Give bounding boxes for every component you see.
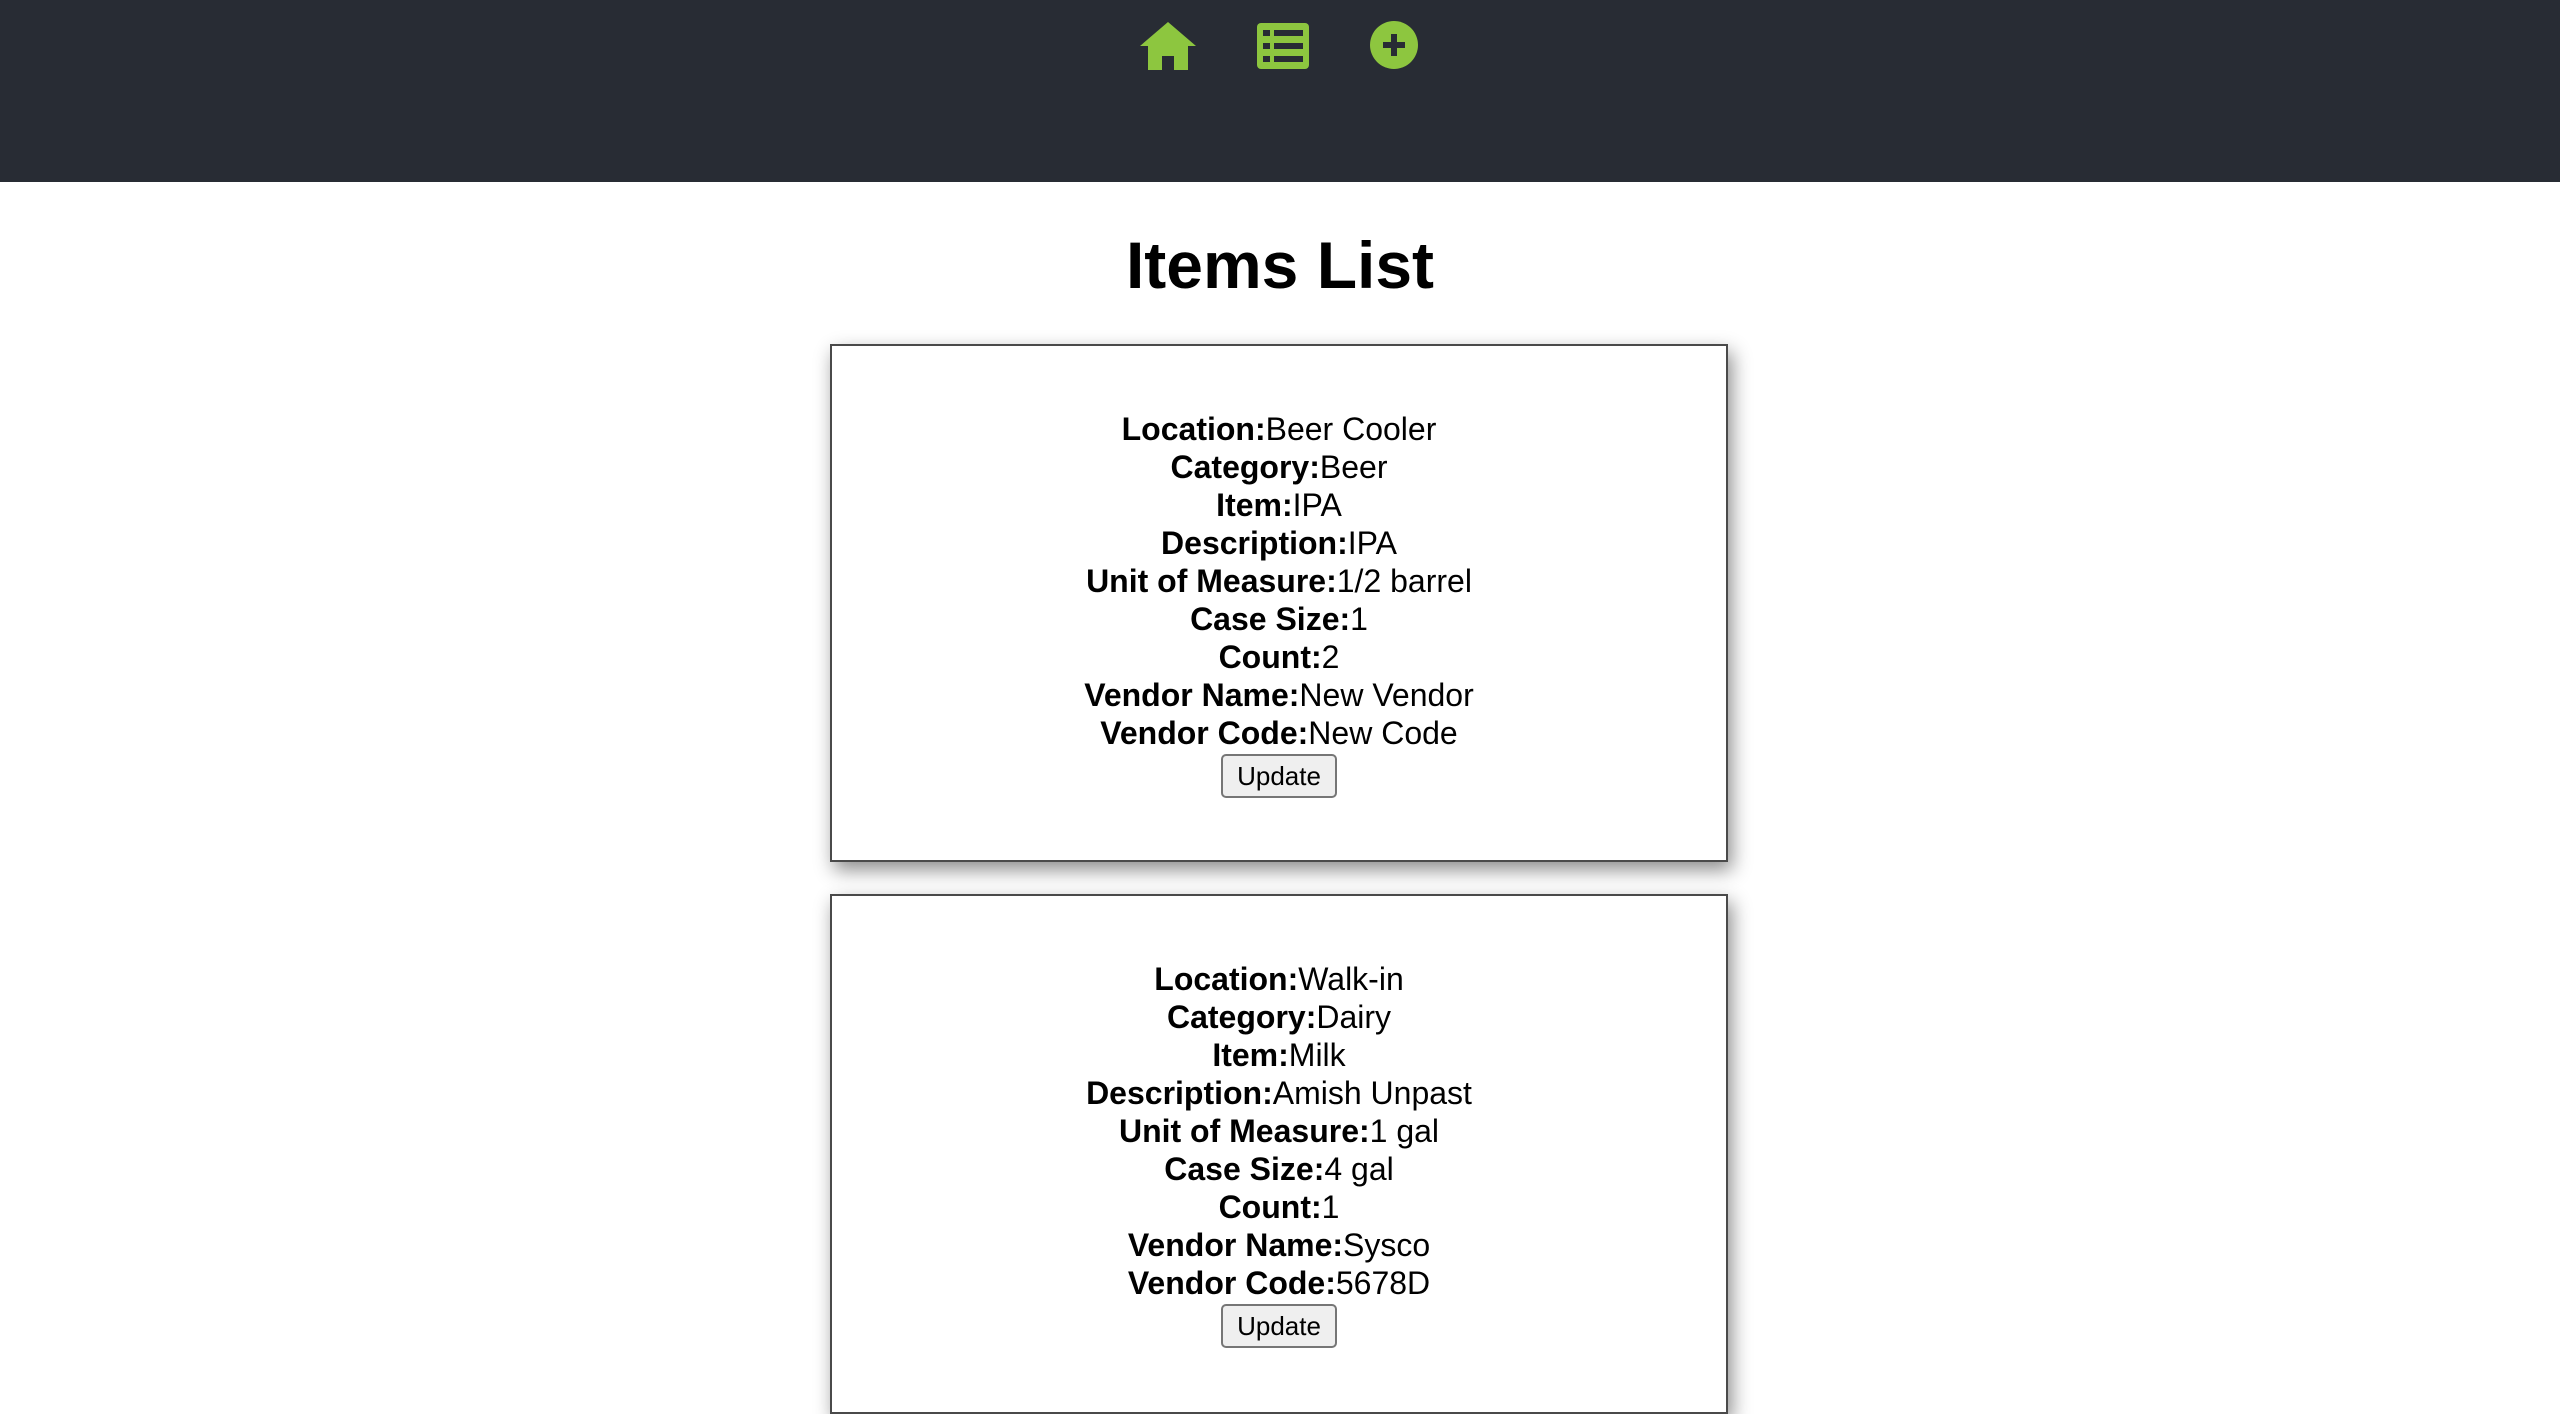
- count-label: Count:: [1218, 639, 1322, 675]
- case-size-label: Case Size:: [1190, 601, 1351, 637]
- item-field: Item:IPA: [832, 486, 1726, 524]
- vendor-code-field: Vendor Code:New Code: [832, 714, 1726, 752]
- description-field: Description:IPA: [832, 524, 1726, 562]
- description-value: Amish Unpast: [1272, 1075, 1472, 1111]
- location-label: Location:: [1121, 411, 1266, 447]
- location-field: Location:Beer Cooler: [832, 410, 1726, 448]
- item-value: Milk: [1288, 1037, 1346, 1073]
- description-value: IPA: [1347, 525, 1397, 561]
- nav-home-link[interactable]: [1136, 18, 1200, 74]
- nav-list-link[interactable]: [1251, 18, 1315, 74]
- category-label: Category:: [1166, 999, 1317, 1035]
- nav-add-link[interactable]: [1362, 18, 1426, 74]
- description-label: Description:: [1161, 525, 1348, 561]
- uom-field: Unit of Measure:1/2 barrel: [832, 562, 1726, 600]
- case-size-value: 4 gal: [1324, 1151, 1394, 1187]
- item-label: Item:: [1212, 1037, 1289, 1073]
- uom-field: Unit of Measure:1 gal: [832, 1112, 1726, 1150]
- item-card: Location:Walk-in Category:Dairy Item:Mil…: [830, 894, 1728, 1414]
- category-value: Beer: [1319, 449, 1388, 485]
- nav-icon-group: [0, 18, 2560, 74]
- category-field: Category:Beer: [832, 448, 1726, 486]
- home-icon: [1140, 22, 1196, 70]
- count-value: 2: [1321, 639, 1340, 675]
- item-label: Item:: [1216, 487, 1293, 523]
- vendor-code-label: Vendor Code:: [1127, 1265, 1336, 1301]
- vendor-name-value: Sysco: [1343, 1227, 1431, 1263]
- vendor-code-value: 5678D: [1335, 1265, 1431, 1301]
- vendor-name-field: Vendor Name:Sysco: [832, 1226, 1726, 1264]
- uom-value: 1 gal: [1369, 1113, 1440, 1149]
- item-value: IPA: [1292, 487, 1342, 523]
- vendor-code-field: Vendor Code:5678D: [832, 1264, 1726, 1302]
- category-label: Category:: [1170, 449, 1320, 485]
- uom-label: Unit of Measure:: [1118, 1113, 1370, 1149]
- vendor-name-field: Vendor Name:New Vendor: [832, 676, 1726, 714]
- uom-value: 1/2 barrel: [1336, 563, 1472, 599]
- location-label: Location:: [1154, 961, 1299, 997]
- vendor-code-label: Vendor Code:: [1100, 715, 1309, 751]
- update-button[interactable]: Update: [1221, 754, 1337, 798]
- page-title: Items List: [1125, 228, 1435, 302]
- category-value: Dairy: [1316, 999, 1392, 1035]
- count-value: 1: [1321, 1189, 1340, 1225]
- item-card: Location:Beer Cooler Category:Beer Item:…: [830, 344, 1728, 862]
- vendor-name-label: Vendor Name:: [1127, 1227, 1344, 1263]
- add-circle-icon: [1370, 21, 1418, 69]
- case-size-value: 1: [1350, 601, 1368, 637]
- count-field: Count:1: [832, 1188, 1726, 1226]
- case-size-field: Case Size:1: [832, 600, 1726, 638]
- vendor-name-value: New Vendor: [1299, 677, 1474, 713]
- category-field: Category:Dairy: [832, 998, 1726, 1036]
- case-size-label: Case Size:: [1164, 1151, 1325, 1187]
- vendor-code-value: New Code: [1308, 715, 1458, 751]
- count-label: Count:: [1218, 1189, 1322, 1225]
- navbar: [0, 0, 2560, 182]
- vendor-name-label: Vendor Name:: [1084, 677, 1300, 713]
- description-field: Description:Amish Unpast: [832, 1074, 1726, 1112]
- case-size-field: Case Size:4 gal: [832, 1150, 1726, 1188]
- location-field: Location:Walk-in: [832, 960, 1726, 998]
- update-button[interactable]: Update: [1221, 1304, 1337, 1348]
- list-icon: [1257, 23, 1309, 69]
- count-field: Count:2: [832, 638, 1726, 676]
- uom-label: Unit of Measure:: [1086, 563, 1337, 599]
- description-label: Description:: [1086, 1075, 1273, 1111]
- location-value: Walk-in: [1298, 961, 1404, 997]
- item-field: Item:Milk: [832, 1036, 1726, 1074]
- location-value: Beer Cooler: [1265, 411, 1437, 447]
